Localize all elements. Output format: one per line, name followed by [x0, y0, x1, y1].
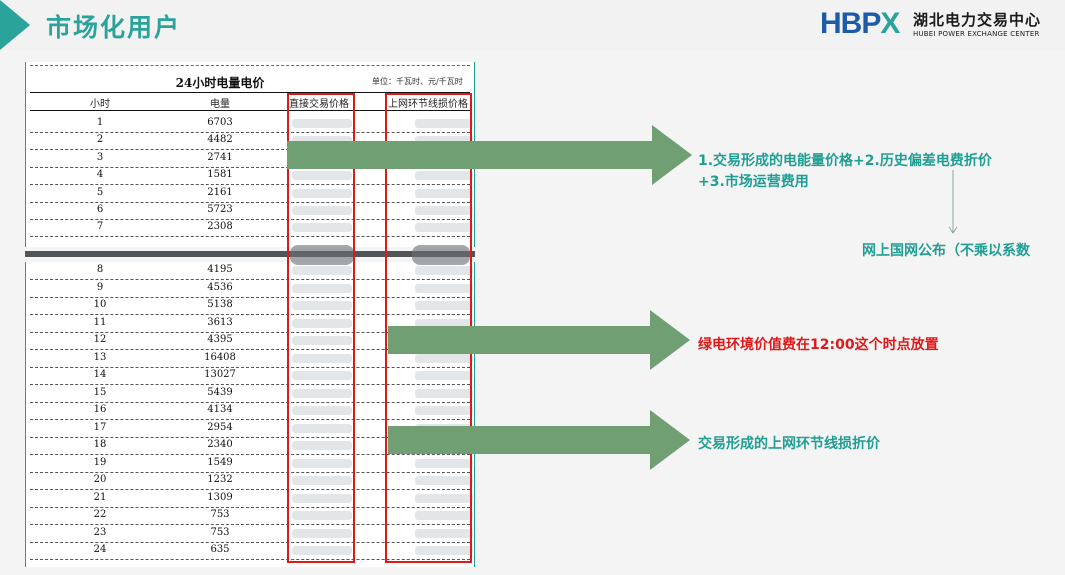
- volume-cell: 13027: [204, 369, 236, 380]
- hour-cell: 10: [93, 299, 107, 310]
- energy-price-note-cont: +3.市场运营费用: [698, 174, 809, 190]
- volume-cell: 1549: [207, 456, 233, 468]
- volume-cell: 4395: [207, 334, 233, 345]
- volume-cell: 4536: [207, 281, 233, 293]
- hour-cell: 5: [96, 186, 104, 198]
- arrow-right-icon: [388, 310, 690, 370]
- volume-cell: 1232: [207, 474, 233, 485]
- volume-cell: 2161: [207, 186, 233, 198]
- volume-cell: 753: [210, 509, 230, 520]
- hour-cell: 14: [93, 369, 107, 380]
- volume-cell: 5138: [207, 299, 233, 310]
- volume-cell: 3613: [207, 316, 233, 328]
- volume-cell: 2741: [207, 151, 233, 163]
- hour-cell: 1: [96, 117, 104, 128]
- hour-cell: 4: [96, 169, 104, 181]
- hour-cell: 3: [96, 151, 104, 163]
- hour-cell: 8: [96, 264, 104, 275]
- hour-cell: 22: [93, 509, 107, 520]
- volume-cell: 5723: [207, 204, 233, 215]
- hour-cell: 23: [93, 526, 107, 538]
- volume-cell: 5439: [207, 386, 233, 398]
- hour-cell: 18: [93, 439, 107, 450]
- slide-header: 市场化用户 HBPX 湖北电力交易中心 HUBEI POWER EXCHANGE…: [0, 0, 1065, 50]
- green-power-note: 绿电环境价值费在12:00这个时点放置: [698, 337, 939, 353]
- logo-english-name: HUBEI POWER EXCHANGE CENTER: [913, 30, 1040, 38]
- chevron-right-icon: [0, 0, 30, 50]
- volume-cell: 753: [210, 526, 230, 538]
- hour-cell: 21: [93, 491, 107, 503]
- slide-title: 市场化用户: [46, 13, 182, 42]
- hour-cell: 16: [93, 404, 107, 415]
- volume-cell: 16408: [204, 351, 236, 363]
- hour-cell: 12: [93, 334, 107, 345]
- hour-cell: 19: [93, 456, 107, 468]
- volume-cell: 6703: [207, 117, 233, 128]
- document-left-edge: [25, 62, 26, 567]
- arrow-right-icon: [287, 125, 692, 185]
- header-hour: 小时: [90, 99, 110, 110]
- document-top-rule: [30, 65, 470, 66]
- header-volume: 电量: [210, 99, 230, 110]
- arrow-right-icon: [388, 410, 690, 470]
- energy-price-note: 1.交易形成的电能量价格+2.历史偏差电费折价: [698, 153, 992, 169]
- hour-cell: 11: [93, 316, 107, 328]
- line-loss-note: 交易形成的上网环节线损折价: [698, 436, 880, 452]
- logo-mark: HBPX: [820, 7, 900, 40]
- volume-cell: 4195: [207, 264, 233, 275]
- volume-cell: 2308: [207, 221, 233, 233]
- arrow-down-icon: [948, 170, 958, 234]
- hour-cell: 13: [93, 351, 107, 363]
- hour-cell: 9: [96, 281, 104, 293]
- hour-cell: 17: [93, 421, 107, 433]
- volume-cell: 2954: [207, 421, 233, 433]
- hour-cell: 15: [93, 386, 107, 398]
- hbpx-logo: HBPX 湖北电力交易中心 HUBEI POWER EXCHANGE CENTE…: [820, 8, 1055, 44]
- hour-cell: 6: [96, 204, 104, 215]
- table-unit: 单位：千瓦时、元/千瓦时: [372, 77, 463, 86]
- hour-cell: 20: [93, 474, 107, 485]
- hour-cell: 24: [93, 544, 107, 555]
- hour-cell: 2: [96, 134, 104, 146]
- volume-cell: 635: [210, 544, 230, 555]
- table-title: 24小时电量电价: [175, 76, 265, 90]
- volume-cell: 4134: [207, 404, 233, 415]
- volume-cell: 1309: [207, 491, 233, 503]
- hour-cell: 7: [96, 221, 104, 233]
- volume-cell: 1581: [207, 169, 233, 181]
- publish-note: 网上国网公布（不乘以系数: [862, 243, 1030, 259]
- volume-cell: 2340: [207, 439, 233, 450]
- volume-cell: 4482: [207, 134, 233, 146]
- logo-chinese-name: 湖北电力交易中心: [913, 11, 1042, 29]
